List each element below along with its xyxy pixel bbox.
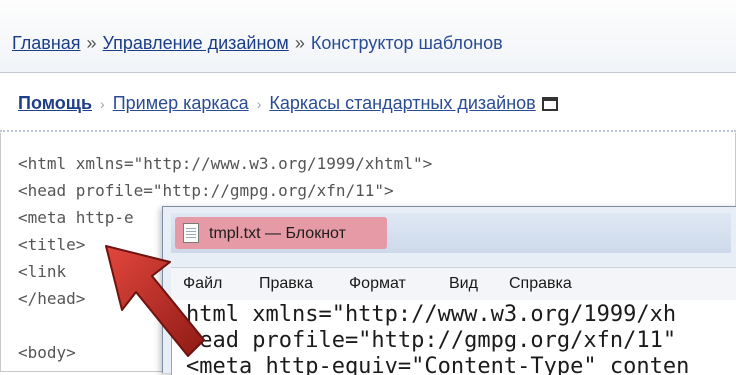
notepad-title: tmpl.txt — Блокнот (209, 225, 346, 242)
notepad-menu-bar: Файл Правка Формат Вид Справка (171, 267, 736, 301)
help-link[interactable]: Помощь (18, 93, 92, 113)
breadcrumb-separator: » (86, 33, 97, 53)
notepad-title-bar[interactable]: tmpl.txt — Блокнот (171, 213, 731, 253)
menu-view[interactable]: Вид (449, 275, 478, 293)
notepad-line: html xmlns="http://www.w3.org/1999/xh (186, 302, 677, 327)
breadcrumb-home-link[interactable]: Главная (12, 33, 81, 53)
help-links: Помощь › Пример каркаса › Каркасы стандартны… (18, 93, 558, 114)
notepad-content: html xmlns="http://www.w3.org/1999/xh hea… (186, 302, 689, 375)
chevron-right-icon: › (100, 96, 105, 112)
menu-edit[interactable]: Правка (259, 275, 313, 293)
code-line: <head profile="http://gmpg.org/xfn/11"> (18, 181, 394, 200)
notepad-text-area[interactable]: html xmlns="http://www.w3.org/1999/xh hea… (171, 300, 736, 375)
menu-help[interactable]: Справка (509, 275, 572, 293)
notepad-line: head profile="http://gmpg.org/xfn/11" (186, 328, 677, 353)
code-line: <html xmlns="http://www.w3.org/1999/xhtm… (18, 154, 433, 173)
help-bar: Помощь › Пример каркаса › Каркасы стандартны… (0, 73, 736, 133)
notepad-window[interactable]: tmpl.txt — Блокнот Файл Правка Формат Ви… (162, 206, 736, 375)
chevron-right-icon: › (256, 96, 262, 112)
window-icon[interactable] (541, 97, 558, 111)
standard-layouts-link[interactable]: Каркасы стандартных дизайнов (269, 93, 535, 113)
breadcrumb-separator: » (294, 33, 305, 53)
breadcrumb-current: Конструктор шаблонов (310, 33, 503, 53)
breadcrumb-design-link[interactable]: Управление дизайном (103, 33, 289, 53)
breadcrumb: Главная» Управление дизайном» Конструктор … (12, 33, 503, 54)
menu-format[interactable]: Формат (349, 275, 406, 293)
example-layout-link[interactable]: Пример каркаса (113, 93, 249, 113)
red-arrow-icon (105, 245, 205, 357)
dotted-divider (0, 130, 736, 132)
breadcrumb-bar: Главная» Управление дизайном» Конструктор … (0, 0, 736, 73)
